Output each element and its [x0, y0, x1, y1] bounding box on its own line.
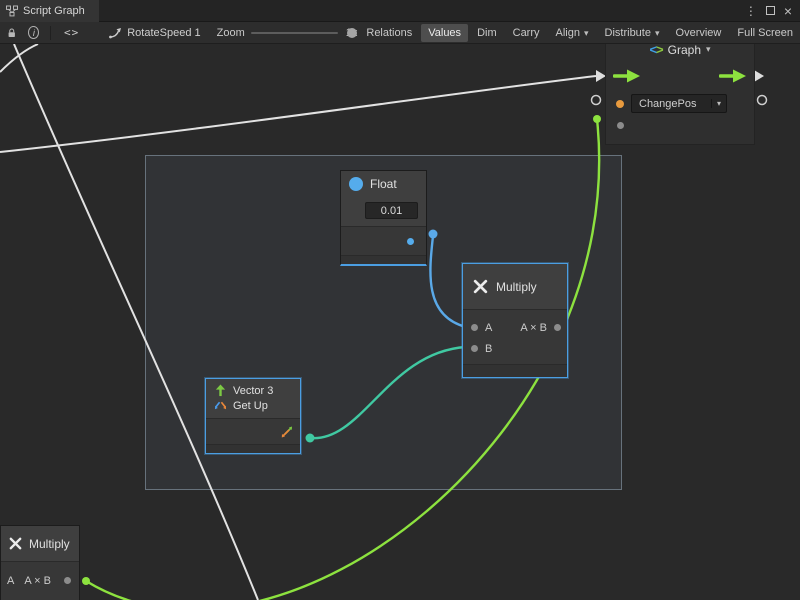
up-arrow-icon — [214, 384, 227, 397]
zoom-slider-track[interactable] — [251, 32, 338, 34]
multiply-output-port[interactable] — [554, 324, 561, 331]
toolbar-separator — [50, 26, 51, 40]
chevron-down-icon: ▾ — [655, 28, 660, 38]
node-float[interactable]: Float 0.01 — [340, 170, 427, 266]
vector3-node-footer — [206, 444, 300, 453]
window-menu-icon[interactable]: ⋮ — [745, 0, 757, 22]
node-graph[interactable]: <> Graph ▾ ChangePos ▾ — [605, 38, 755, 145]
tab-title: Script Graph — [23, 5, 85, 17]
vector3-output-port[interactable] — [281, 426, 293, 438]
float-value-input[interactable]: 0.01 — [365, 202, 418, 219]
relations-button[interactable]: Relations — [359, 24, 419, 42]
multiply-ports: A A × B B — [463, 309, 567, 364]
float-node-footer — [341, 255, 426, 264]
multiply-input-a-port[interactable] — [471, 324, 478, 331]
multiply-input-b-label: B — [485, 343, 492, 355]
carry-button[interactable]: Carry — [506, 24, 547, 42]
graph-flow-row — [606, 60, 754, 91]
distribute-button[interactable]: Distribute ▾ — [598, 24, 667, 42]
target-port[interactable] — [616, 100, 624, 108]
lock-icon[interactable] — [7, 26, 16, 40]
titlebar: Script Graph ⋮ × — [0, 0, 800, 22]
multiply-partial-input-a-label: A — [7, 575, 14, 587]
dim-button[interactable]: Dim — [470, 24, 504, 42]
float-type-icon — [349, 177, 363, 191]
get-up-label: Get Up — [233, 400, 268, 412]
node-multiply-partial[interactable]: Multiply A A × B — [0, 525, 80, 600]
float-node-header: Float 0.01 — [341, 171, 426, 226]
port-circle-right[interactable] — [758, 96, 767, 105]
multiply-partial-output-label: A × B — [24, 575, 51, 587]
graph-value-row — [606, 117, 754, 141]
multiply-input-a-label: A — [485, 322, 492, 334]
transform-arrows-icon — [214, 400, 227, 412]
flow-input-port[interactable] — [613, 69, 641, 83]
graph-canvas[interactable]: Float 0.01 Multiply A A × B — [0, 0, 800, 600]
multiply-partial-header: Multiply — [1, 526, 79, 561]
port-circle-left[interactable] — [592, 96, 601, 105]
tab-script-graph[interactable]: Script Graph — [0, 0, 99, 22]
zoom-slider-handle[interactable] — [347, 28, 357, 38]
multiply-node-title: Multiply — [496, 280, 537, 294]
visual-script-icon: <> — [649, 42, 662, 57]
graph-dropdown-row: ChangePos ▾ — [606, 91, 754, 117]
control-wire-left — [0, 76, 596, 152]
flow-output-port[interactable] — [719, 69, 747, 83]
port-row-a: A A × B — [463, 317, 567, 338]
align-button[interactable]: Align ▾ — [549, 24, 596, 42]
port-row-a: A A × B — [1, 570, 79, 591]
multiply-partial-title: Multiply — [29, 537, 70, 551]
graph-node-title: Graph — [668, 43, 701, 57]
float-output-port[interactable] — [407, 238, 414, 245]
fullscreen-button[interactable]: Full Screen — [730, 24, 800, 42]
multiply-node-footer — [463, 364, 567, 377]
info-icon[interactable]: i — [28, 26, 39, 39]
control-wire-corner — [0, 44, 38, 72]
maximize-icon[interactable] — [766, 6, 775, 15]
script-graph-icon — [6, 5, 18, 17]
multiply-partial-ports: A A × B — [1, 561, 79, 595]
overview-button[interactable]: Overview — [669, 24, 729, 42]
zoom-slider[interactable] — [251, 26, 338, 40]
close-icon[interactable]: × — [784, 0, 792, 22]
toolbar: i <> RotateSpeed 1 Zoom 1x Relations Val… — [0, 22, 800, 44]
code-icon[interactable]: <> — [64, 26, 79, 39]
multiply-icon — [472, 278, 489, 295]
values-button[interactable]: Values — [421, 24, 468, 42]
chevron-down-icon: ▾ — [706, 44, 711, 55]
green-wire-knob-start[interactable] — [82, 577, 90, 585]
flow-arrow-out[interactable] — [754, 70, 764, 82]
graph-value-port[interactable] — [617, 122, 624, 129]
vector3-node-header: Vector 3 Get Up — [206, 379, 300, 418]
multiply-icon — [8, 536, 23, 551]
port-row-b: B — [463, 338, 567, 359]
float-node-title: Float — [370, 177, 397, 191]
vector3-node-title: Vector 3 — [233, 385, 273, 397]
float-node-body — [341, 226, 426, 255]
graph-breadcrumb-label: RotateSpeed 1 — [127, 27, 200, 39]
distribute-label: Distribute — [605, 27, 651, 39]
node-vector3-get-up[interactable]: Vector 3 Get Up — [205, 378, 301, 454]
multiply-output-label: A × B — [520, 322, 547, 334]
zoom-label: Zoom — [217, 27, 245, 39]
multiply-node-header: Multiply — [463, 264, 567, 309]
graph-breadcrumb[interactable]: RotateSpeed 1 — [109, 27, 200, 39]
green-wire-knob-end[interactable] — [593, 115, 601, 123]
chevron-down-icon: ▾ — [584, 28, 589, 38]
multiply-input-b-port[interactable] — [471, 345, 478, 352]
align-label: Align — [556, 27, 580, 39]
vector3-node-body — [206, 418, 300, 444]
changepos-dropdown[interactable]: ChangePos ▾ — [631, 94, 727, 113]
graph-asset-icon — [109, 27, 122, 39]
changepos-dropdown-value: ChangePos — [632, 98, 711, 110]
window-controls: ⋮ × — [745, 0, 800, 22]
node-multiply[interactable]: Multiply A A × B B — [462, 263, 568, 378]
script-graph-window: Float 0.01 Multiply A A × B — [0, 0, 800, 600]
multiply-partial-output-port[interactable] — [64, 577, 71, 584]
chevron-down-icon: ▾ — [711, 99, 726, 108]
